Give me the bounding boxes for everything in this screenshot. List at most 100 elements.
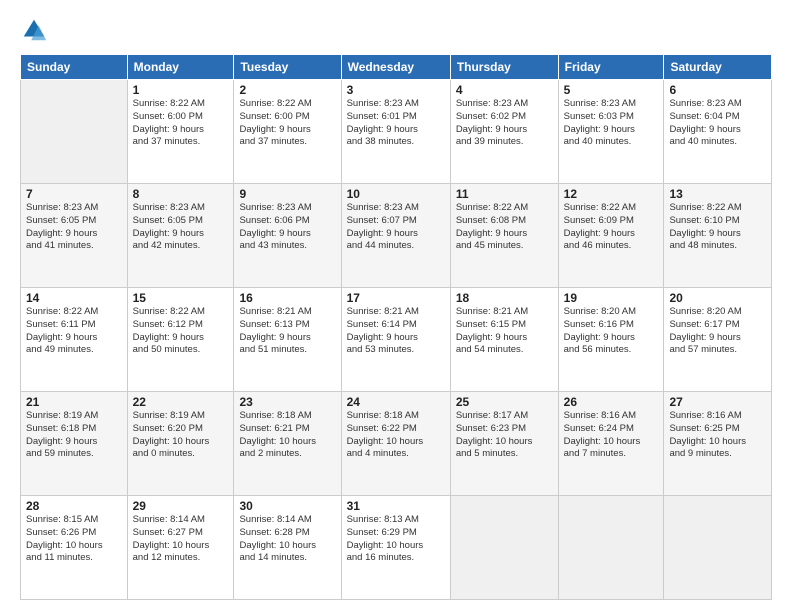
day-number: 5 [564,83,659,97]
logo-icon [20,16,48,44]
calendar-cell: 28Sunrise: 8:15 AMSunset: 6:26 PMDayligh… [21,496,128,600]
day-info: Sunrise: 8:14 AMSunset: 6:28 PMDaylight:… [239,514,335,565]
calendar-cell: 8Sunrise: 8:23 AMSunset: 6:05 PMDaylight… [127,184,234,288]
day-info: Sunrise: 8:23 AMSunset: 6:06 PMDaylight:… [239,202,335,253]
day-info: Sunrise: 8:20 AMSunset: 6:16 PMDaylight:… [564,306,659,357]
day-number: 20 [669,291,766,305]
day-info: Sunrise: 8:18 AMSunset: 6:21 PMDaylight:… [239,410,335,461]
day-number: 4 [456,83,553,97]
calendar-cell: 22Sunrise: 8:19 AMSunset: 6:20 PMDayligh… [127,392,234,496]
day-info: Sunrise: 8:23 AMSunset: 6:05 PMDaylight:… [133,202,229,253]
calendar-cell: 5Sunrise: 8:23 AMSunset: 6:03 PMDaylight… [558,80,664,184]
calendar-cell: 9Sunrise: 8:23 AMSunset: 6:06 PMDaylight… [234,184,341,288]
calendar-cell: 15Sunrise: 8:22 AMSunset: 6:12 PMDayligh… [127,288,234,392]
calendar-week-row: 14Sunrise: 8:22 AMSunset: 6:11 PMDayligh… [21,288,772,392]
header [20,16,772,44]
day-number: 8 [133,187,229,201]
calendar-week-row: 1Sunrise: 8:22 AMSunset: 6:00 PMDaylight… [21,80,772,184]
calendar-cell: 11Sunrise: 8:22 AMSunset: 6:08 PMDayligh… [450,184,558,288]
day-number: 31 [347,499,445,513]
calendar-week-row: 21Sunrise: 8:19 AMSunset: 6:18 PMDayligh… [21,392,772,496]
day-info: Sunrise: 8:23 AMSunset: 6:04 PMDaylight:… [669,98,766,149]
day-number: 27 [669,395,766,409]
calendar-cell: 23Sunrise: 8:18 AMSunset: 6:21 PMDayligh… [234,392,341,496]
day-number: 10 [347,187,445,201]
weekday-header-friday: Friday [558,55,664,80]
day-info: Sunrise: 8:23 AMSunset: 6:02 PMDaylight:… [456,98,553,149]
day-number: 16 [239,291,335,305]
calendar-cell: 21Sunrise: 8:19 AMSunset: 6:18 PMDayligh… [21,392,128,496]
weekday-header-tuesday: Tuesday [234,55,341,80]
calendar-cell: 10Sunrise: 8:23 AMSunset: 6:07 PMDayligh… [341,184,450,288]
day-info: Sunrise: 8:22 AMSunset: 6:10 PMDaylight:… [669,202,766,253]
day-number: 19 [564,291,659,305]
day-info: Sunrise: 8:21 AMSunset: 6:14 PMDaylight:… [347,306,445,357]
day-number: 24 [347,395,445,409]
calendar-week-row: 7Sunrise: 8:23 AMSunset: 6:05 PMDaylight… [21,184,772,288]
day-info: Sunrise: 8:23 AMSunset: 6:05 PMDaylight:… [26,202,122,253]
calendar-cell: 3Sunrise: 8:23 AMSunset: 6:01 PMDaylight… [341,80,450,184]
day-info: Sunrise: 8:22 AMSunset: 6:12 PMDaylight:… [133,306,229,357]
day-info: Sunrise: 8:19 AMSunset: 6:20 PMDaylight:… [133,410,229,461]
day-info: Sunrise: 8:16 AMSunset: 6:24 PMDaylight:… [564,410,659,461]
day-number: 1 [133,83,229,97]
calendar-cell: 18Sunrise: 8:21 AMSunset: 6:15 PMDayligh… [450,288,558,392]
day-info: Sunrise: 8:14 AMSunset: 6:27 PMDaylight:… [133,514,229,565]
calendar-cell [558,496,664,600]
calendar-cell: 6Sunrise: 8:23 AMSunset: 6:04 PMDaylight… [664,80,772,184]
day-number: 18 [456,291,553,305]
weekday-header-saturday: Saturday [664,55,772,80]
calendar-cell: 25Sunrise: 8:17 AMSunset: 6:23 PMDayligh… [450,392,558,496]
calendar-cell: 1Sunrise: 8:22 AMSunset: 6:00 PMDaylight… [127,80,234,184]
day-info: Sunrise: 8:15 AMSunset: 6:26 PMDaylight:… [26,514,122,565]
weekday-header-sunday: Sunday [21,55,128,80]
day-info: Sunrise: 8:22 AMSunset: 6:08 PMDaylight:… [456,202,553,253]
day-number: 28 [26,499,122,513]
calendar-cell: 27Sunrise: 8:16 AMSunset: 6:25 PMDayligh… [664,392,772,496]
calendar-cell: 2Sunrise: 8:22 AMSunset: 6:00 PMDaylight… [234,80,341,184]
day-number: 22 [133,395,229,409]
page: SundayMondayTuesdayWednesdayThursdayFrid… [0,0,792,612]
day-info: Sunrise: 8:23 AMSunset: 6:01 PMDaylight:… [347,98,445,149]
day-number: 11 [456,187,553,201]
day-info: Sunrise: 8:22 AMSunset: 6:09 PMDaylight:… [564,202,659,253]
day-number: 23 [239,395,335,409]
calendar-cell: 26Sunrise: 8:16 AMSunset: 6:24 PMDayligh… [558,392,664,496]
weekday-header-monday: Monday [127,55,234,80]
day-info: Sunrise: 8:18 AMSunset: 6:22 PMDaylight:… [347,410,445,461]
day-info: Sunrise: 8:16 AMSunset: 6:25 PMDaylight:… [669,410,766,461]
calendar-cell: 19Sunrise: 8:20 AMSunset: 6:16 PMDayligh… [558,288,664,392]
calendar-cell: 16Sunrise: 8:21 AMSunset: 6:13 PMDayligh… [234,288,341,392]
calendar-cell: 7Sunrise: 8:23 AMSunset: 6:05 PMDaylight… [21,184,128,288]
day-info: Sunrise: 8:20 AMSunset: 6:17 PMDaylight:… [669,306,766,357]
day-number: 7 [26,187,122,201]
day-info: Sunrise: 8:22 AMSunset: 6:11 PMDaylight:… [26,306,122,357]
calendar-cell: 24Sunrise: 8:18 AMSunset: 6:22 PMDayligh… [341,392,450,496]
day-info: Sunrise: 8:23 AMSunset: 6:07 PMDaylight:… [347,202,445,253]
calendar-table: SundayMondayTuesdayWednesdayThursdayFrid… [20,54,772,600]
calendar-cell: 17Sunrise: 8:21 AMSunset: 6:14 PMDayligh… [341,288,450,392]
calendar-cell [21,80,128,184]
day-info: Sunrise: 8:17 AMSunset: 6:23 PMDaylight:… [456,410,553,461]
day-number: 6 [669,83,766,97]
calendar-week-row: 28Sunrise: 8:15 AMSunset: 6:26 PMDayligh… [21,496,772,600]
calendar-cell: 13Sunrise: 8:22 AMSunset: 6:10 PMDayligh… [664,184,772,288]
weekday-header-wednesday: Wednesday [341,55,450,80]
day-number: 29 [133,499,229,513]
day-number: 12 [564,187,659,201]
day-number: 3 [347,83,445,97]
day-info: Sunrise: 8:21 AMSunset: 6:13 PMDaylight:… [239,306,335,357]
day-number: 2 [239,83,335,97]
calendar-cell: 14Sunrise: 8:22 AMSunset: 6:11 PMDayligh… [21,288,128,392]
day-number: 30 [239,499,335,513]
day-number: 14 [26,291,122,305]
day-number: 26 [564,395,659,409]
day-number: 9 [239,187,335,201]
calendar-cell: 4Sunrise: 8:23 AMSunset: 6:02 PMDaylight… [450,80,558,184]
logo [20,16,52,44]
day-number: 21 [26,395,122,409]
calendar-cell [664,496,772,600]
day-info: Sunrise: 8:21 AMSunset: 6:15 PMDaylight:… [456,306,553,357]
calendar-cell: 20Sunrise: 8:20 AMSunset: 6:17 PMDayligh… [664,288,772,392]
day-number: 25 [456,395,553,409]
